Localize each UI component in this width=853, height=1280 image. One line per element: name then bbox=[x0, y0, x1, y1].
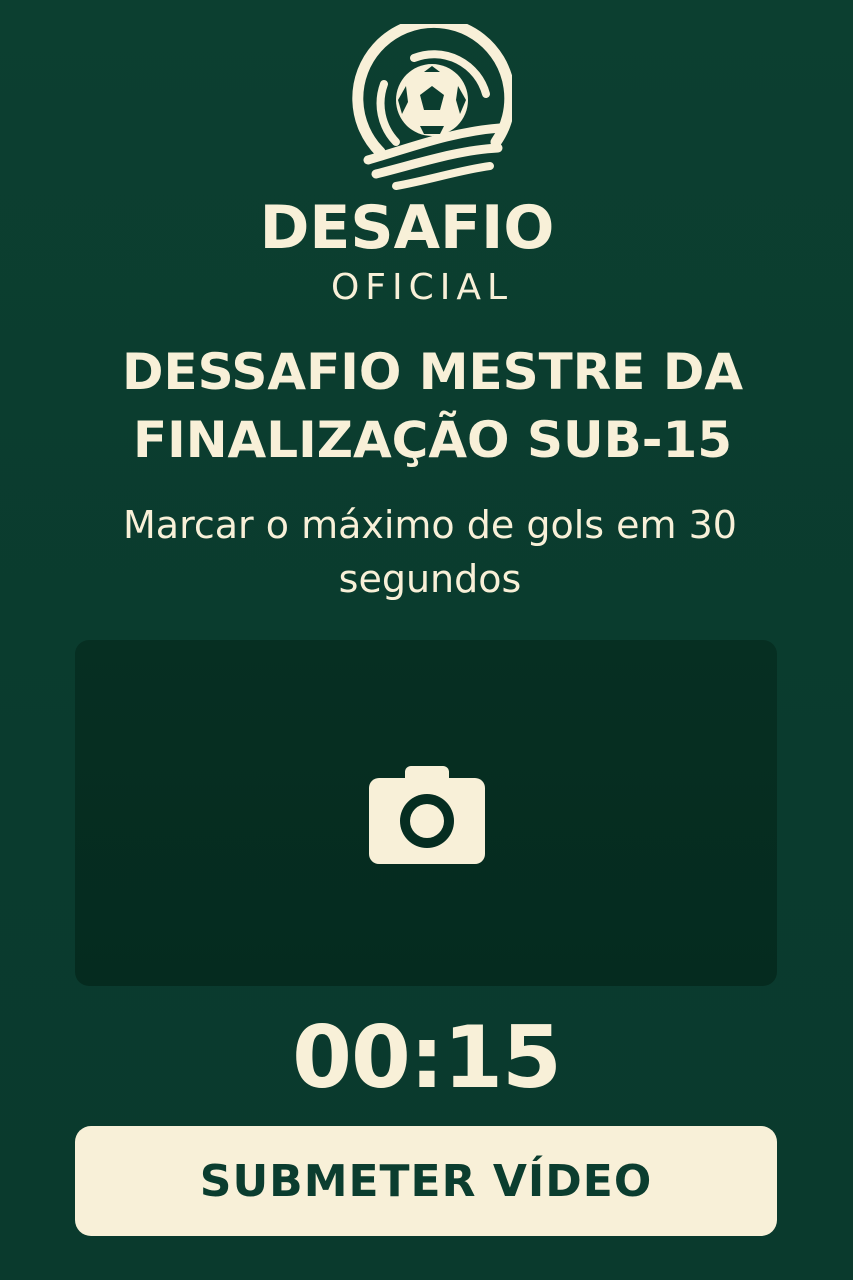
camera-capture-area[interactable] bbox=[75, 640, 777, 986]
challenge-screen: DESAFIO OFICIAL DESSAFIO MESTRE DA FINAL… bbox=[0, 0, 853, 1280]
challenge-title: DESSAFIO MESTRE DA FINALIZAÇÃO SUB-15 bbox=[121, 343, 744, 469]
camera-icon[interactable] bbox=[369, 764, 485, 864]
brand-title: DESAFIO bbox=[259, 193, 555, 263]
submit-video-button[interactable]: SUBMETER VÍDEO bbox=[75, 1126, 777, 1236]
challenge-description: Marcar o máximo de gols em 30 segundos bbox=[123, 503, 737, 601]
countdown-timer: 00:15 bbox=[292, 1008, 562, 1108]
brand-subtitle: OFICIAL bbox=[330, 267, 514, 308]
soccer-ball-emblem-icon bbox=[352, 24, 512, 190]
